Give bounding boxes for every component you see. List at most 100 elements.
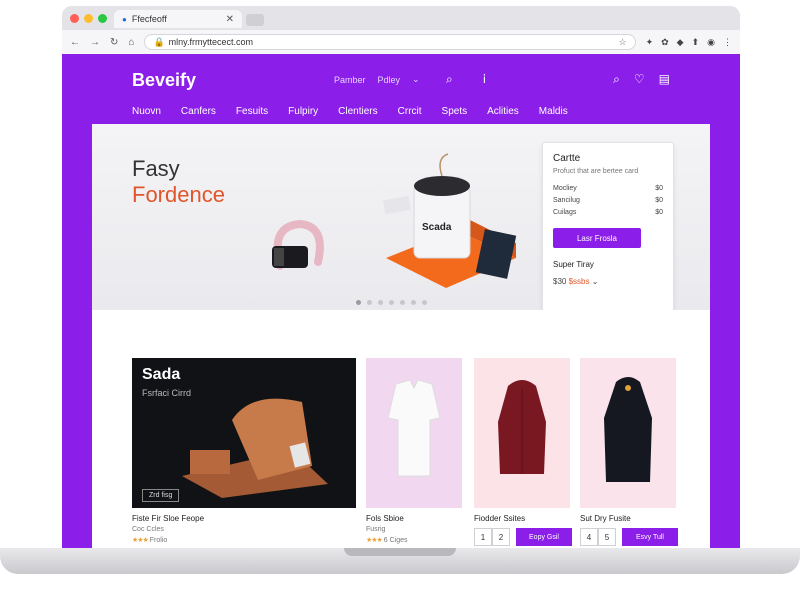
buy-button[interactable]: Eopy Gsil <box>516 528 572 546</box>
home-icon[interactable]: ⌂ <box>128 37 134 48</box>
address-bar[interactable]: 🔒 mlny.frmyttecect.com ☆ <box>144 34 636 50</box>
row-value: $0 <box>655 209 663 216</box>
cart-summary-card: Cartte Profuct that are bertee card Mocl… <box>542 142 674 318</box>
close-window-icon[interactable] <box>70 14 79 23</box>
buy-button[interactable]: Esvy Tull <box>622 528 678 546</box>
card-action-button[interactable]: Lasr Frosla <box>553 228 641 248</box>
center-icons: ⌕ ⅰ <box>446 72 486 87</box>
search-icon[interactable]: ⌕ <box>446 72 453 87</box>
nav-item[interactable]: Spets <box>442 106 468 117</box>
extension-icons: ✦ ✿ ◆ ⬆ ◉ ⋮ <box>646 37 732 48</box>
qty-option[interactable]: 1 <box>474 528 492 546</box>
product-meta-text: Coc Ccles <box>132 526 164 533</box>
nav-item[interactable]: Crrcit <box>398 106 422 117</box>
chevron-down-icon[interactable]: ⌄ <box>412 74 420 85</box>
nav-item[interactable]: Maldis <box>539 106 568 117</box>
wishlist-icon[interactable]: ♡ <box>634 72 645 87</box>
product-card-coat[interactable] <box>580 358 676 508</box>
svg-text:Scada: Scada <box>422 222 452 233</box>
reload-icon[interactable]: ↻ <box>110 37 118 48</box>
feature-tag[interactable]: Zrd fisg <box>142 489 180 502</box>
shirt-image <box>387 379 441 477</box>
cart-icon[interactable]: ▤ <box>659 72 670 87</box>
product-card-jacket[interactable] <box>474 358 570 508</box>
header-link[interactable]: Pdley <box>378 75 401 85</box>
nav-item[interactable]: Canfers <box>181 106 216 117</box>
product-rating: ★★★ 6 Ciges <box>366 536 408 544</box>
quantity-stepper: 4 5 Esvy Tull <box>580 528 678 546</box>
card-label: Super Tiray <box>553 260 594 269</box>
profile-icon[interactable]: ◉ <box>707 37 715 48</box>
rating-stars-icon: ★★★ <box>366 537 383 544</box>
header-icons: ⌕ ♡ ▤ <box>613 72 670 87</box>
product-section: Sada Fsrfaci Cirrd Zrd fisg Fiste Fir Sl… <box>92 310 710 554</box>
browser-toolbar: ← → ↻ ⌂ 🔒 mlny.frmyttecect.com ☆ ✦ ✿ ◆ ⬆… <box>62 30 740 54</box>
carousel-dot[interactable] <box>367 300 372 305</box>
product-card-shirt[interactable] <box>366 358 462 508</box>
product-name[interactable]: Sut Dry Fusite <box>580 514 631 523</box>
carousel-dot[interactable] <box>411 300 416 305</box>
featured-product-card[interactable]: Sada Fsrfaci Cirrd Zrd fisg <box>132 358 356 508</box>
jacket-image <box>498 380 546 474</box>
back-icon[interactable]: ← <box>70 37 80 48</box>
site-header: Beveify Pamber Pdley ⌄ ⌕ ⅰ ⌕ ♡ ▤ Nuovn C… <box>62 54 740 124</box>
laptop-base <box>0 548 800 574</box>
product-name[interactable]: Fiste Fir Sloe Feope <box>132 514 204 523</box>
scraper-product-image[interactable] <box>260 206 340 286</box>
search-icon[interactable]: ⌕ <box>613 72 620 87</box>
nav-item[interactable]: Aclities <box>487 106 519 117</box>
nav-item[interactable]: Fulpiry <box>288 106 318 117</box>
row-value: $0 <box>655 197 663 204</box>
feature-title: Sada <box>142 366 181 383</box>
tab-close-icon[interactable]: ✕ <box>226 14 234 25</box>
tab-title: Ffecfeoff <box>131 14 167 24</box>
jar-product-image[interactable]: Scada <box>376 148 526 288</box>
extension-icon[interactable]: ◆ <box>677 37 684 48</box>
web-page: Beveify Pamber Pdley ⌄ ⌕ ⅰ ⌕ ♡ ▤ Nuovn C… <box>62 54 740 554</box>
url-text: mlny.frmyttecect.com <box>168 37 254 47</box>
browser-tab[interactable]: ● Ffecfeoff ✕ <box>114 10 242 28</box>
extension-icon[interactable]: ⬆ <box>692 37 700 48</box>
nav-item[interactable]: Fesuits <box>236 106 268 117</box>
hero-subtitle: Fordence <box>132 182 225 207</box>
qty-option[interactable]: 2 <box>492 528 510 546</box>
minimize-window-icon[interactable] <box>84 14 93 23</box>
product-meta: Coc Ccles <box>132 526 164 533</box>
maximize-window-icon[interactable] <box>98 14 107 23</box>
main-nav: Nuovn Canfers Fesuits Fulpiry Clentiers … <box>132 106 568 117</box>
price-accent: $ssbs <box>568 277 590 286</box>
card-price[interactable]: $30 $ssbs ⌄ <box>553 277 663 286</box>
nav-item[interactable]: Nuovn <box>132 106 161 117</box>
carousel-dot[interactable] <box>378 300 383 305</box>
info-icon[interactable]: ⅰ <box>483 72 486 87</box>
card-row: Mocliey $0 <box>553 185 663 192</box>
row-value: $0 <box>655 185 663 192</box>
product-name[interactable]: Fiodder Ssites <box>474 514 525 523</box>
qty-option[interactable]: 5 <box>598 528 616 546</box>
forward-icon[interactable]: → <box>90 37 100 48</box>
qty-option[interactable]: 4 <box>580 528 598 546</box>
window-controls <box>70 14 107 23</box>
menu-kebab-icon[interactable]: ⋮ <box>723 37 732 48</box>
bookmark-star-icon[interactable]: ☆ <box>619 37 627 48</box>
card-title: Cartte <box>553 153 581 164</box>
carousel-dot[interactable] <box>400 300 405 305</box>
product-meta: Fusrig <box>366 526 386 533</box>
brand-logo[interactable]: Beveify <box>132 70 196 91</box>
tab-favicon-icon: ● <box>122 14 127 24</box>
carousel-dot[interactable] <box>389 300 394 305</box>
new-tab-button[interactable] <box>246 14 264 26</box>
header-link[interactable]: Pamber <box>334 75 366 85</box>
rating-text: 6 Ciges <box>383 537 408 544</box>
rating-stars-icon: ★★★ <box>132 537 149 544</box>
carousel-dot[interactable] <box>356 300 361 305</box>
extension-icon[interactable]: ✦ <box>646 37 654 48</box>
product-name[interactable]: Fols Sbioe <box>366 514 404 523</box>
chevron-down-icon: ⌄ <box>591 277 599 286</box>
carousel-dot[interactable] <box>422 300 427 305</box>
card-row: Sancilug $0 <box>553 197 663 204</box>
extension-icon[interactable]: ✿ <box>661 37 669 48</box>
nav-item[interactable]: Clentiers <box>338 106 377 117</box>
product-rating: ★★★ Frolio <box>132 536 167 544</box>
card-subtitle: Profuct that are bertee card <box>553 168 639 175</box>
